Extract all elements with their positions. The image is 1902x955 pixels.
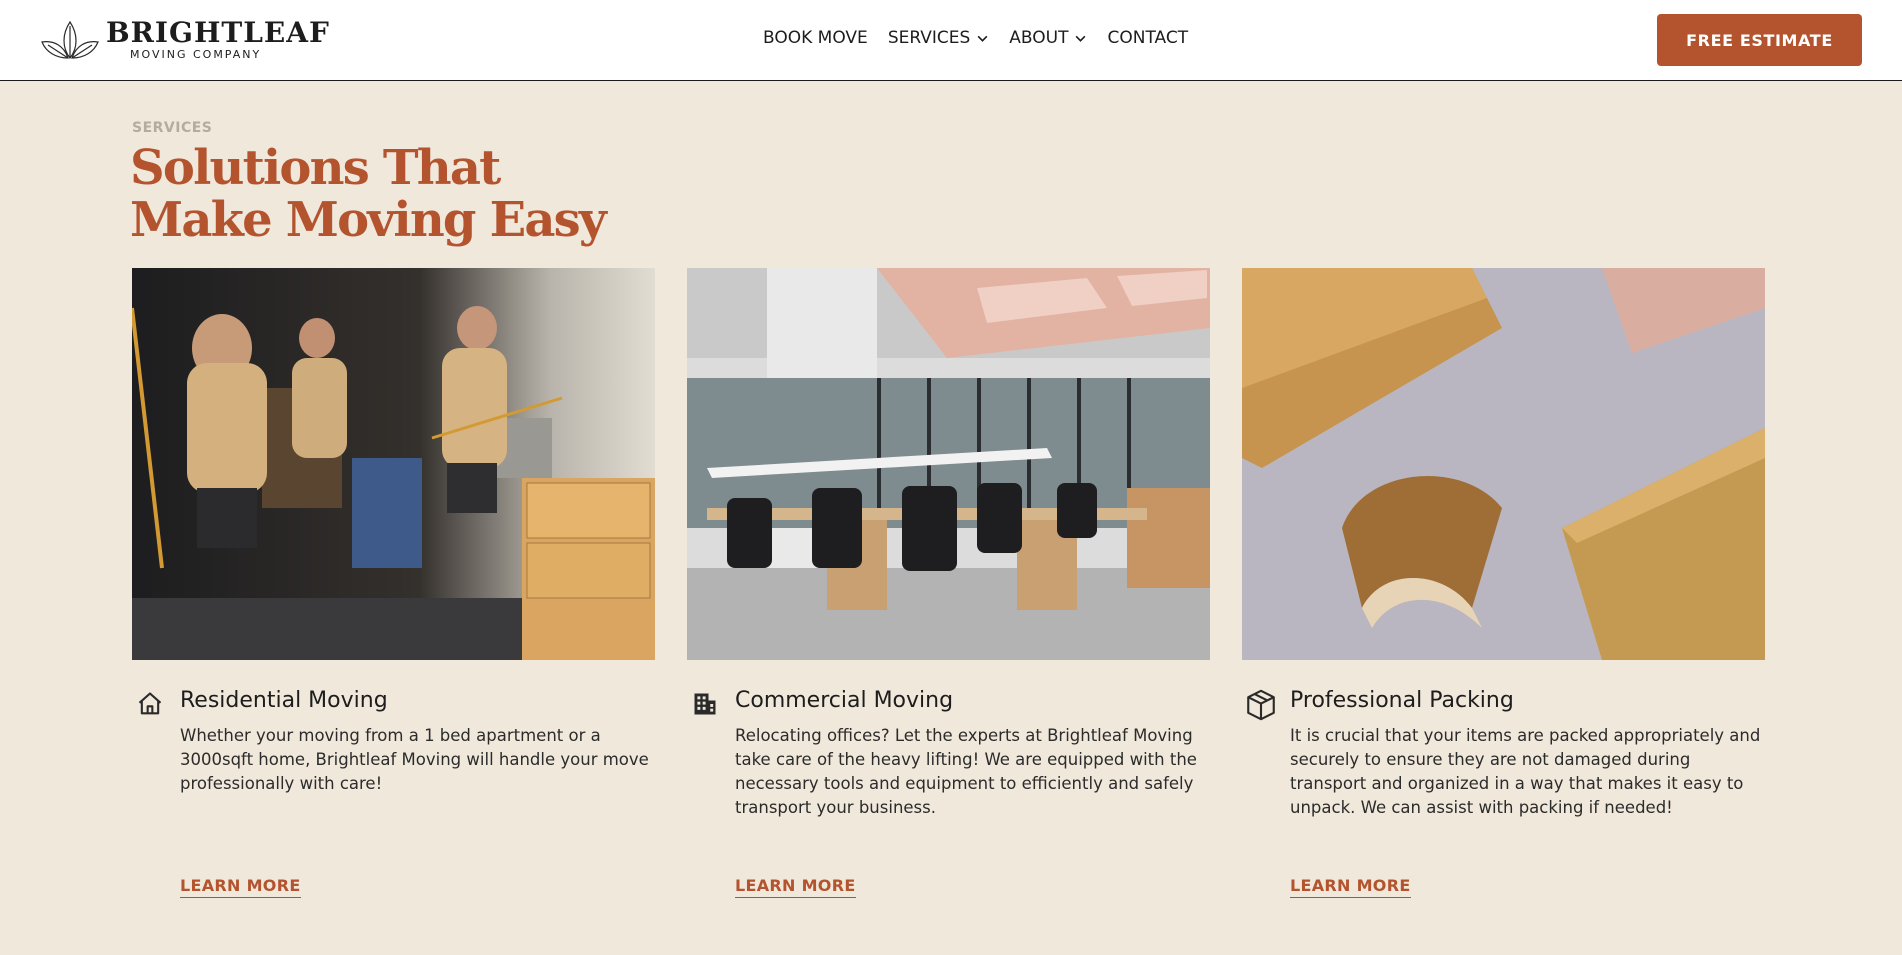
learn-more-link[interactable]: LEARN MORE [180,876,301,898]
heading-line-2: Make Moving Easy [130,192,607,248]
card-title: Professional Packing [1290,688,1514,713]
nav-label: SERVICES [887,28,971,48]
main-nav: BOOK MOVE SERVICES ABOUT CONTACT [763,28,1208,48]
nav-item-contact[interactable]: CONTACT [1107,28,1188,48]
service-card-commercial: Commercial Moving Relocating offices? Le… [687,268,1210,898]
packing-boxes-photo [1242,268,1765,660]
section-heading: Solutions That Make Moving Easy [130,142,730,246]
house-icon [138,692,162,715]
card-description: Relocating offices? Let the experts at B… [735,726,1197,817]
card-description: Whether your moving from a 1 bed apartme… [180,726,649,793]
commercial-office-photo [687,268,1210,660]
office-building-icon [694,693,716,715]
heading-line-1: Solutions That [130,140,501,196]
learn-more-link[interactable]: LEARN MORE [735,876,856,898]
service-card-packing: Professional Packing It is crucial that … [1242,268,1765,898]
site-header: BRIGHTLEAF MOVING COMPANY BOOK MOVE SERV… [0,0,1902,81]
nav-label: ABOUT [1009,28,1069,48]
chevron-down-icon [977,35,988,42]
section-eyebrow: SERVICES [132,120,213,136]
residential-moving-photo [132,268,655,660]
free-estimate-button[interactable]: FREE ESTIMATE [1657,14,1862,66]
service-card-residential: Residential Moving Whether your moving f… [132,268,655,898]
nav-item-about[interactable]: ABOUT [1009,28,1087,48]
card-description: It is crucial that your items are packed… [1290,726,1761,817]
nav-label: BOOK MOVE [763,28,868,48]
card-title: Commercial Moving [735,688,954,713]
card-title: Residential Moving [180,688,388,713]
brand-logo[interactable]: BRIGHTLEAF MOVING COMPANY [40,18,330,62]
leaf-logo-icon [41,20,99,59]
brand-name: BRIGHTLEAF [106,16,330,49]
learn-more-link[interactable]: LEARN MORE [1290,876,1411,898]
nav-item-book-move[interactable]: BOOK MOVE [763,28,868,48]
package-box-icon [1247,689,1275,721]
nav-item-services[interactable]: SERVICES [888,28,989,48]
brand-tagline: MOVING COMPANY [130,48,262,61]
nav-label: CONTACT [1107,28,1189,48]
chevron-down-icon [1076,35,1086,42]
